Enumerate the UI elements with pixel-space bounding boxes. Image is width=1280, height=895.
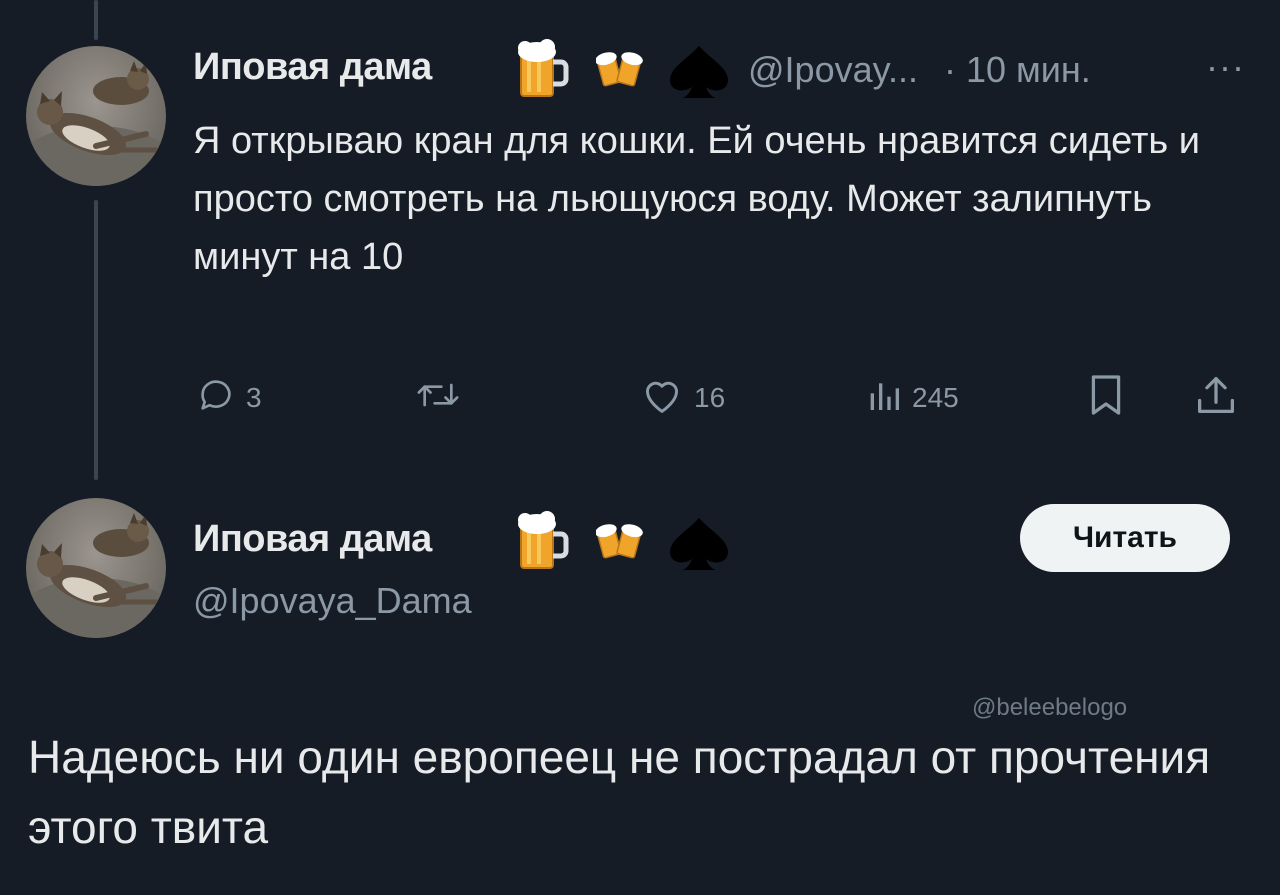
- heart-icon: [640, 375, 684, 422]
- thread-line-top: [94, 0, 98, 40]
- reply-button[interactable]: 3: [196, 376, 262, 420]
- cat-photo: [26, 61, 166, 186]
- tweet-text: Я открываю кран для кошки. Ей очень нрав…: [193, 120, 1201, 278]
- retweet-icon: [414, 375, 462, 422]
- watermark: @beleebelogo: [972, 694, 1128, 721]
- author-name[interactable]: Иповая дама: [193, 46, 432, 89]
- like-count: 16: [694, 382, 726, 413]
- bookmark-icon: [1088, 373, 1124, 424]
- author-handle[interactable]: @Ipovay...: [748, 49, 918, 91]
- clinking-beer-mugs-icon: [595, 46, 644, 95]
- share-icon: [1196, 373, 1236, 424]
- views-button[interactable]: 245: [866, 376, 959, 420]
- thread-line-connector: [94, 200, 98, 480]
- avatar[interactable]: [26, 46, 166, 186]
- spade-suit-icon: [666, 44, 732, 105]
- retweet-button[interactable]: [414, 376, 472, 420]
- bookmark-button[interactable]: [1088, 374, 1124, 420]
- profile-name[interactable]: Иповая дама: [193, 518, 432, 561]
- separator-dot: ·: [944, 49, 956, 90]
- more-options-button[interactable]: ···: [1206, 46, 1245, 88]
- spade-suit-icon: [666, 516, 732, 577]
- clinking-beer-mugs-icon: [595, 518, 644, 567]
- beer-mug-icon: [515, 510, 569, 577]
- tweet-time[interactable]: 10 мин.: [966, 49, 1091, 91]
- follow-button[interactable]: Читать: [1020, 504, 1230, 572]
- reply-icon: [196, 375, 236, 422]
- views-chart-icon: [866, 375, 902, 422]
- views-count: 245: [912, 382, 959, 413]
- profile-avatar[interactable]: [26, 498, 166, 638]
- profile-handle[interactable]: @Ipovaya_Dama: [193, 580, 472, 622]
- like-button[interactable]: 16: [640, 376, 725, 420]
- reply-count: 3: [246, 382, 262, 413]
- beer-mug-icon: [515, 38, 569, 105]
- caption-text: Надеюсь ни один европеец не пострадал от…: [28, 731, 1211, 853]
- cat-photo: [26, 513, 166, 638]
- share-button[interactable]: [1196, 376, 1236, 420]
